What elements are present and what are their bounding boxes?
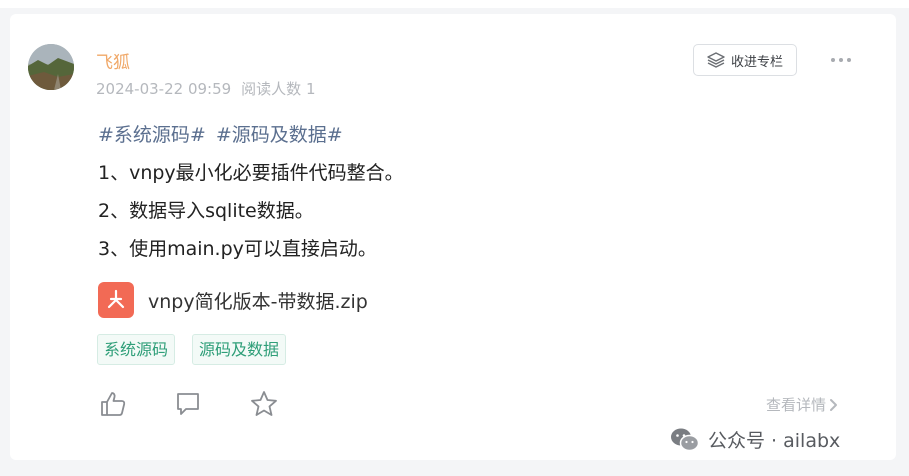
dot: [831, 58, 835, 62]
hashtag[interactable]: #系统源码#: [98, 124, 206, 146]
topic-tag[interactable]: 系统源码: [97, 334, 176, 365]
details-label: 查看详情: [766, 396, 827, 414]
attachment[interactable]: vnpy简化版本-带数据.zip: [98, 280, 368, 320]
collect-to-column-button[interactable]: 收进专栏: [693, 44, 797, 76]
topic-tag[interactable]: 源码及数据: [192, 334, 287, 365]
hashtag-row: #系统源码# #源码及数据#: [98, 120, 343, 147]
avatar-landscape-icon: [28, 44, 74, 90]
star-icon: [251, 391, 277, 416]
avatar[interactable]: [28, 44, 74, 90]
post-meta: 2024-03-22 09:59 阅读人数 1: [96, 78, 315, 99]
view-details-link[interactable]: 查看详情: [766, 394, 839, 415]
attachment-name: vnpy简化版本-带数据.zip: [148, 290, 368, 313]
wechat-icon: [671, 428, 700, 451]
watermark: 公众号 · ailabx: [670, 426, 840, 453]
post-card: 飞狐 2024-03-22 09:59 阅读人数 1 收进专栏 #系统源码# #源码…: [10, 14, 896, 460]
watermark-text: 公众号 · ailabx: [708, 430, 841, 452]
comment-icon: [177, 393, 199, 415]
post-date: 2024-03-22 09:59: [96, 80, 232, 98]
thumbs-up-icon: [101, 392, 126, 416]
chevron-right-icon: [830, 398, 838, 411]
favorite-button[interactable]: [248, 388, 280, 420]
content-line: 2、数据导入sqlite数据。: [98, 200, 314, 222]
read-count: 阅读人数 1: [241, 80, 316, 98]
collect-label: 收进专栏: [730, 54, 783, 70]
dot: [847, 58, 851, 62]
more-dots-icon[interactable]: [826, 50, 856, 70]
hashtag[interactable]: #源码及数据#: [216, 124, 343, 146]
like-button[interactable]: [97, 388, 129, 420]
comment-button[interactable]: [172, 388, 204, 420]
top-strip: [0, 0, 909, 8]
dot: [839, 58, 843, 62]
stack-icon: [707, 52, 725, 68]
pdf-file-icon: [98, 282, 134, 318]
author-name[interactable]: 飞狐: [96, 48, 130, 73]
content-line: 3、使用main.py可以直接启动。: [98, 238, 377, 260]
content-line: 1、vnpy最小化必要插件代码整合。: [98, 162, 404, 184]
